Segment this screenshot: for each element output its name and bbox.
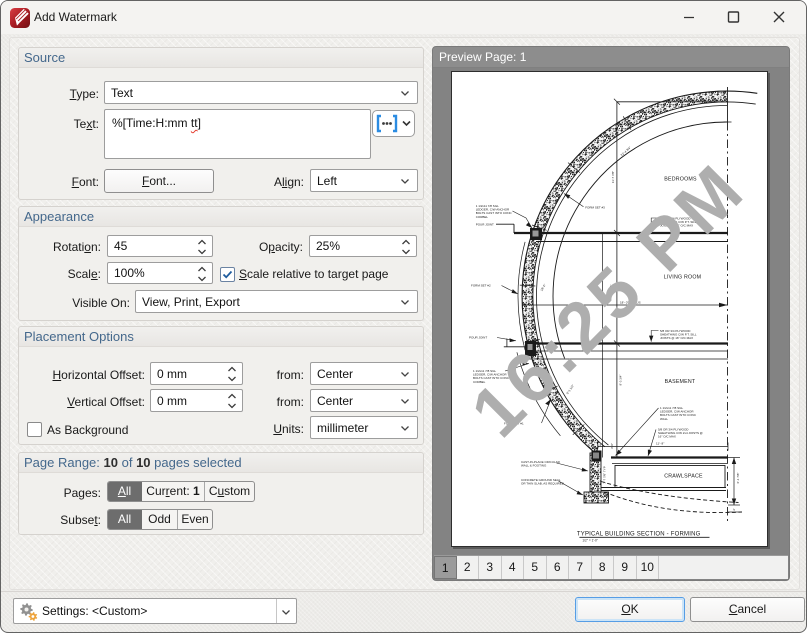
svg-text:BASEMENT: BASEMENT xyxy=(665,379,696,385)
svg-text:WALL & FOOTING: WALL & FOOTING xyxy=(521,464,547,468)
svg-text:1'-7 7/8" TYP: 1'-7 7/8" TYP xyxy=(603,466,607,484)
svg-text:TYPICAL BUILDING SECTION - FOR: TYPICAL BUILDING SECTION - FORMING xyxy=(577,532,701,538)
svg-text:FORM SET #3: FORM SET #3 xyxy=(585,205,605,209)
svg-text:2': 2' xyxy=(732,508,736,511)
svg-text:JOISTS @ 16" O/C MAX: JOISTS @ 16" O/C MAX xyxy=(660,336,693,340)
svg-text:CORBEL: CORBEL xyxy=(476,215,489,219)
svg-text:16:25 PM: 16:25 PM xyxy=(457,148,762,453)
svg-text:POUR JOINT: POUR JOINT xyxy=(476,223,494,227)
svg-text:WALL: WALL xyxy=(660,417,668,421)
svg-text:9'-3 3/4": 9'-3 3/4" xyxy=(619,375,623,386)
svg-text:POUR JOINT: POUR JOINT xyxy=(469,336,487,340)
svg-text:1/2" = 1'-0": 1/2" = 1'-0" xyxy=(582,539,598,543)
svg-text:3'-0": 3'-0" xyxy=(610,443,614,449)
svg-text:11'- 8": 11'- 8" xyxy=(656,442,664,446)
svg-text:18'-2": 18'-2" xyxy=(539,283,546,292)
svg-text:6'-1 7/8": 6'-1 7/8" xyxy=(736,473,740,484)
svg-text:16" O/C MAX: 16" O/C MAX xyxy=(658,435,676,439)
svg-text:FORM SET #2: FORM SET #2 xyxy=(471,284,491,288)
svg-text:11'-7 7/8": 11'-7 7/8" xyxy=(611,171,615,183)
svg-text:CRAWLSPACE: CRAWLSPACE xyxy=(664,473,703,479)
svg-text:OR THIN SLAB, AS REQUIRED: OR THIN SLAB, AS REQUIRED xyxy=(521,482,565,486)
